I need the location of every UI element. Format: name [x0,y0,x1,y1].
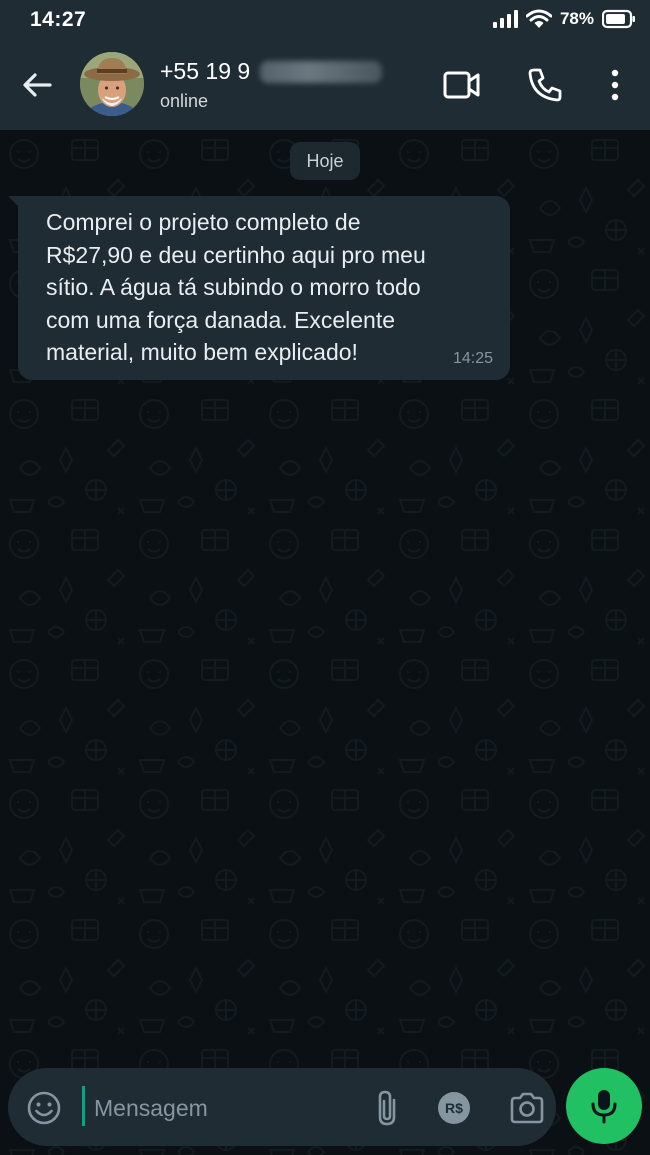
more-options-icon[interactable] [594,64,636,106]
date-separator: Hoje [290,142,360,180]
message-time: 14:25 [452,350,493,367]
voice-message-button[interactable] [566,1068,642,1144]
mic-icon [591,1090,617,1124]
chat-header: +55 19 9 online [0,40,650,130]
status-icons: 78% [492,9,636,29]
battery-icon [602,9,636,29]
message-input[interactable] [92,1086,356,1130]
payment-icon[interactable]: R$ [438,1092,470,1124]
video-call-icon[interactable] [441,64,483,106]
contact-number: +55 19 9 [160,58,251,84]
contact-avatar[interactable] [80,52,144,116]
text-caret [82,1086,85,1126]
camera-icon[interactable] [508,1090,546,1126]
redacted-number-blur [260,60,383,83]
wifi-icon [525,9,552,29]
status-bar: 14:27 78% [0,0,650,40]
chat-screen: 14:27 78% +55 19 9 online Hoje Comprei o… [0,0,650,1155]
attach-icon[interactable] [370,1088,406,1128]
contact-status: online [160,91,209,111]
message-text: Comprei o projeto completo de R$27,90 e … [46,209,426,365]
contact-name[interactable]: +55 19 9 [160,58,383,85]
status-time: 14:27 [30,8,87,31]
emoji-icon[interactable] [25,1089,63,1127]
message-list[interactable]: Hoje Comprei o projeto completo de R$27,… [0,130,650,1155]
incoming-message-bubble[interactable]: Comprei o projeto completo de R$27,90 e … [18,196,510,380]
battery-percent: 78% [559,9,594,28]
signal-icon [492,9,518,29]
phone-icon[interactable] [524,64,566,106]
back-arrow-icon[interactable] [18,66,56,104]
